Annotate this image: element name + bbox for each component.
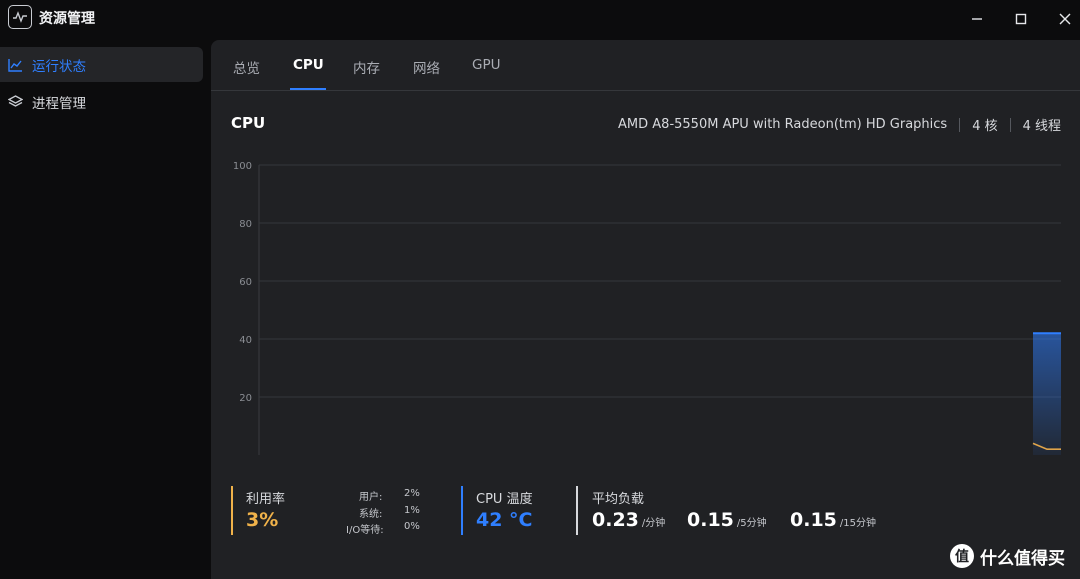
y-tick-label: 100 (233, 161, 252, 172)
watermark-logo: 值 (950, 544, 974, 568)
y-tick-label: 80 (239, 219, 252, 230)
cpu-info: AMD A8-5550M APU with Radeon(tm) HD Grap… (618, 115, 1061, 134)
divider (959, 117, 961, 132)
sidebar-item-processes[interactable]: 进程管理 (0, 84, 203, 119)
load-15min-unit: /15分钟 (839, 518, 876, 529)
tab-memory[interactable]: 内存 (353, 57, 380, 77)
usage-value: 3% (246, 509, 279, 531)
tab-overview[interactable]: 总览 (233, 57, 260, 77)
tab-cpu[interactable]: CPU (293, 57, 324, 73)
tab-network[interactable]: 网络 (413, 57, 440, 77)
tab-gpu[interactable]: GPU (472, 57, 500, 73)
close-button[interactable] (1054, 8, 1076, 30)
sidebar-item-label: 进程管理 (32, 95, 86, 112)
usage-accent-bar (231, 486, 233, 535)
sidebar-item-label: 运行状态 (32, 58, 86, 75)
active-tab-indicator (290, 88, 326, 90)
load-1min-value: 0.23 (592, 509, 639, 531)
usage-iowait-label: I/O等待: (346, 525, 384, 536)
load-1min: 0.23/分钟 (592, 509, 665, 531)
sidebar: 运行状态 进程管理 (0, 38, 211, 579)
load-5min-value: 0.15 (687, 509, 734, 531)
main-panel: 总览 CPU 内存 网络 GPU CPU AMD A8-5550M APU wi… (211, 40, 1080, 579)
cpu-usage-chart: 100 80 60 40 20 (233, 161, 1061, 455)
maximize-button[interactable] (1010, 8, 1032, 30)
section-title: CPU (231, 114, 266, 132)
divider (1009, 117, 1011, 132)
usage-user-value: 2% (404, 488, 420, 499)
usage-user-label: 用户: (359, 492, 383, 503)
load-5min-unit: /5分钟 (736, 518, 767, 529)
load-15min-value: 0.15 (790, 509, 837, 531)
sidebar-item-status[interactable]: 运行状态 (0, 47, 203, 82)
watermark-text: 什么值得买 (980, 548, 1065, 569)
temp-value: 42 °C (476, 509, 533, 531)
load-15min: 0.15/15分钟 (790, 509, 876, 531)
watermark: 值 什么值得买 (950, 543, 1065, 569)
load-label: 平均负载 (592, 492, 645, 507)
cpu-model: AMD A8-5550M APU with Radeon(tm) HD Grap… (618, 117, 948, 132)
usage-system-label: 系统: (359, 509, 383, 520)
layers-icon (8, 94, 24, 110)
title-bar: 资源管理 (0, 0, 1080, 38)
usage-system-value: 1% (404, 505, 420, 516)
temp-label: CPU 温度 (476, 492, 533, 507)
y-tick-label: 60 (239, 277, 252, 288)
series-area-blue (1033, 333, 1061, 455)
line-chart-icon (8, 57, 24, 73)
usage-iowait-value: 0% (404, 521, 420, 532)
load-accent-bar (576, 486, 578, 535)
load-1min-unit: /分钟 (641, 518, 666, 529)
app-title: 资源管理 (39, 11, 95, 27)
app-icon (8, 5, 32, 29)
tab-bar: 总览 CPU 内存 网络 GPU (211, 40, 1080, 91)
usage-label: 利用率 (246, 492, 286, 507)
load-5min: 0.15/5分钟 (687, 509, 767, 531)
temp-accent-bar (461, 486, 463, 535)
cpu-cores: 4 核 (972, 119, 998, 134)
minimize-button[interactable] (966, 8, 988, 30)
cpu-threads: 4 线程 (1022, 119, 1061, 134)
y-tick-label: 20 (239, 393, 252, 404)
y-tick-label: 40 (239, 335, 252, 346)
